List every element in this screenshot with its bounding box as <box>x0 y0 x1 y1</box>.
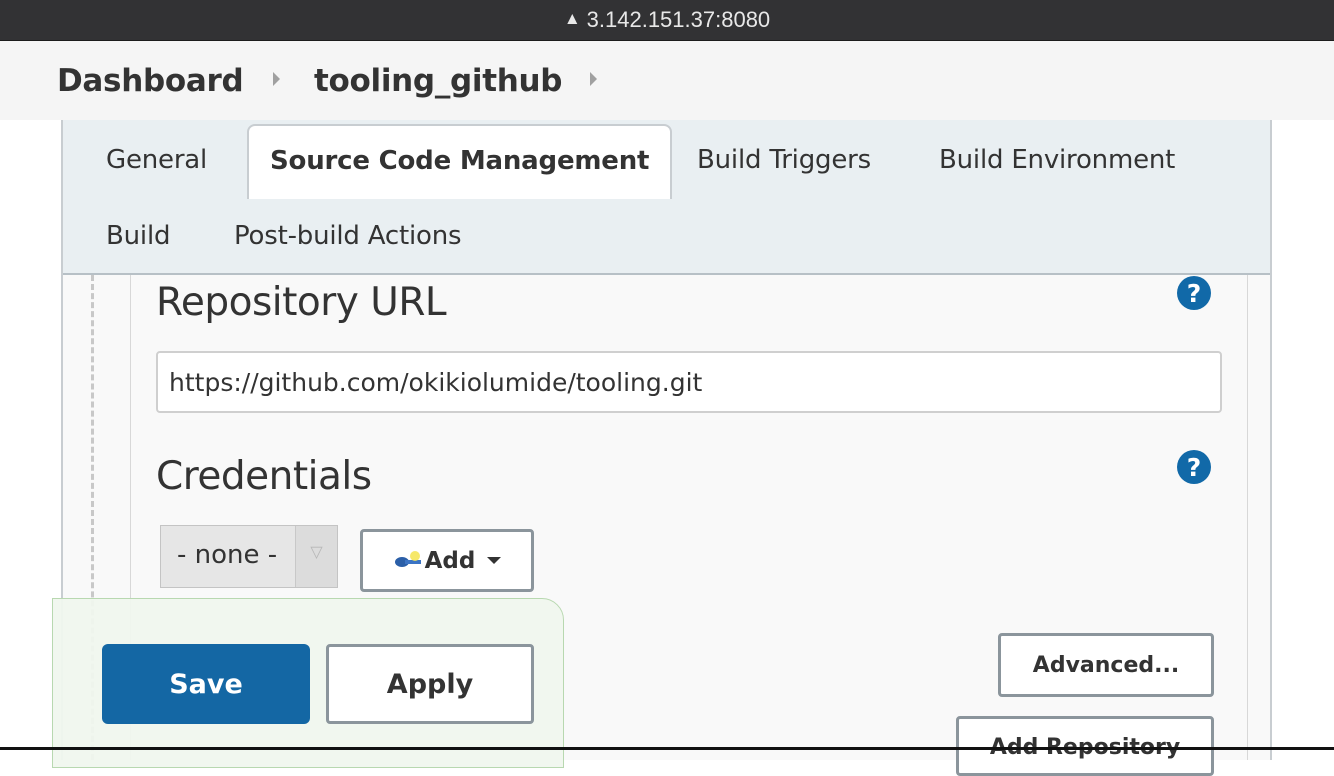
tab-post-build-actions[interactable]: Post-build Actions <box>234 221 462 251</box>
key-icon <box>394 550 421 567</box>
add-repository-button[interactable]: Add Repository <box>956 716 1214 776</box>
chevron-right-icon <box>273 72 280 86</box>
config-tabbar: General Source Code Management Build Tri… <box>63 120 1270 275</box>
tab-build[interactable]: Build <box>106 221 170 251</box>
caret-down-icon <box>487 557 502 564</box>
address-text: 3.142.151.37:8080 <box>586 7 771 32</box>
browser-address-bar[interactable]: ▲ 3.142.151.37:8080 <box>0 0 1334 41</box>
help-icon[interactable]: ? <box>1177 450 1211 484</box>
apply-button[interactable]: Apply <box>326 644 534 724</box>
dropdown-arrow-icon: ▽ <box>295 526 337 587</box>
tab-general[interactable]: General <box>106 145 207 175</box>
section-border-right <box>1247 275 1248 760</box>
tab-build-environment[interactable]: Build Environment <box>939 145 1175 175</box>
warning-triangle-icon: ▲ <box>563 9 581 28</box>
breadcrumb-job[interactable]: tooling_github <box>314 63 563 99</box>
help-icon[interactable]: ? <box>1177 276 1211 310</box>
save-button[interactable]: Save <box>102 644 310 724</box>
credentials-select[interactable]: - none - ▽ <box>160 525 338 588</box>
credentials-selected-value: - none - <box>177 540 278 570</box>
add-button-label: Add <box>424 547 476 574</box>
chevron-right-icon[interactable] <box>590 72 597 86</box>
repository-url-label: Repository URL <box>156 280 447 325</box>
repository-url-input[interactable] <box>156 351 1222 413</box>
credentials-label: Credentials <box>156 454 372 499</box>
tab-source-code-management[interactable]: Source Code Management <box>247 124 673 199</box>
breadcrumb: Dashboard tooling_github <box>0 41 1334 120</box>
breadcrumb-dashboard[interactable]: Dashboard <box>57 63 244 99</box>
advanced-button[interactable]: Advanced... <box>998 633 1214 697</box>
tab-build-triggers[interactable]: Build Triggers <box>697 145 871 175</box>
add-credentials-button[interactable]: Add <box>360 529 534 592</box>
